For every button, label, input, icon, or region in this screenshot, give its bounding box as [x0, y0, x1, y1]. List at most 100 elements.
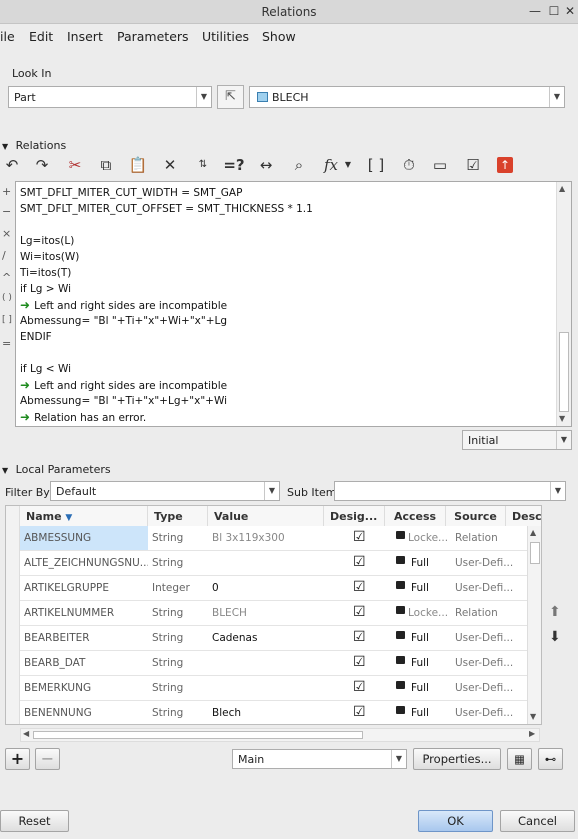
- ok-button[interactable]: OK: [418, 810, 493, 832]
- move-up-icon[interactable]: ⬆: [549, 604, 561, 620]
- editor-scrollbar[interactable]: ▲ ▼: [556, 182, 571, 426]
- close-button[interactable]: ✕: [562, 3, 578, 19]
- properties-button[interactable]: Properties...: [413, 748, 501, 770]
- table-hscrollbar[interactable]: ◀ ▶: [20, 728, 540, 742]
- designate-checkbox[interactable]: ☑: [353, 705, 367, 719]
- power-icon[interactable]: ^: [2, 271, 11, 284]
- column-description[interactable]: Desc: [506, 506, 541, 526]
- table-row[interactable]: ALTE_ZEICHNUNGSNU... String ☑ Full User-Defi…: [20, 551, 540, 576]
- param-value[interactable]: BLECH: [212, 607, 322, 619]
- scroll-right-icon[interactable]: ▶: [529, 729, 535, 738]
- square-brackets-icon[interactable]: [ ]: [2, 315, 12, 325]
- reset-button[interactable]: Reset: [0, 810, 69, 832]
- minus-icon[interactable]: −: [2, 205, 11, 218]
- param-name[interactable]: BEARB_DAT: [20, 651, 148, 675]
- maximize-button[interactable]: ☐: [546, 3, 562, 19]
- designate-checkbox[interactable]: ☑: [353, 680, 367, 694]
- scroll-up-icon[interactable]: ▲: [559, 184, 565, 193]
- verify-icon[interactable]: ⌕: [287, 153, 311, 177]
- parentheses-icon[interactable]: ( ): [2, 293, 12, 303]
- scroll-thumb[interactable]: [33, 731, 363, 739]
- menu-utilities[interactable]: Utilities: [202, 29, 249, 44]
- column-access[interactable]: Access: [385, 506, 446, 526]
- brackets-icon[interactable]: [ ]: [364, 153, 388, 177]
- dimension-icon[interactable]: ↔: [254, 153, 278, 177]
- designate-checkbox[interactable]: ☑: [353, 655, 367, 669]
- select-pointer-button[interactable]: ⇱: [217, 85, 244, 109]
- evaluate-icon[interactable]: =?: [222, 153, 246, 177]
- designate-checkbox[interactable]: ☑: [353, 555, 367, 569]
- column-designate[interactable]: Desig...: [324, 506, 385, 526]
- menu-edit[interactable]: Edit: [29, 29, 53, 44]
- delete-icon[interactable]: ✕: [158, 153, 182, 177]
- table-row[interactable]: ARTIKELGRUPPE Integer 0 ☑ Full User-Defi...: [20, 576, 540, 601]
- sort-relations-icon[interactable]: ⇅: [191, 153, 215, 177]
- scroll-down-icon[interactable]: ▼: [530, 712, 536, 721]
- designate-checkbox[interactable]: ☑: [353, 630, 367, 644]
- filter-by-select[interactable]: Default ▼: [50, 481, 280, 501]
- table-columns-icon[interactable]: ▦: [507, 748, 532, 770]
- upload-icon[interactable]: ↑: [497, 157, 513, 173]
- column-source[interactable]: Source: [446, 506, 506, 526]
- chevron-down-icon[interactable]: ▼: [341, 153, 355, 177]
- move-down-icon[interactable]: ⬇: [549, 629, 561, 645]
- cut-icon[interactable]: ✂: [63, 153, 87, 177]
- column-name[interactable]: Name ▼: [20, 506, 148, 526]
- multiply-icon[interactable]: ×: [2, 227, 11, 240]
- scroll-thumb[interactable]: [530, 542, 540, 564]
- display-icon[interactable]: ▭: [428, 153, 452, 177]
- scroll-thumb[interactable]: [559, 332, 569, 412]
- divide-icon[interactable]: /: [2, 249, 6, 262]
- equals-icon[interactable]: =: [2, 337, 11, 350]
- designate-checkbox[interactable]: ☑: [353, 530, 367, 544]
- table-row[interactable]: ARTIKELNUMMER String BLECH ☑ Locke... Relatio…: [20, 601, 540, 626]
- param-value[interactable]: Blech: [212, 707, 322, 719]
- column-value[interactable]: Value: [208, 506, 324, 526]
- initial-select[interactable]: Initial ▼: [462, 430, 572, 450]
- table-row[interactable]: BENENNUNG String Blech ☑ Full User-Defi...: [20, 701, 540, 724]
- timer-icon[interactable]: ⏱: [397, 153, 421, 177]
- table-row[interactable]: ABMESSUNG String Bl 3x119x300 ☑ Locke... Rela…: [20, 526, 540, 551]
- cancel-button[interactable]: Cancel: [500, 810, 575, 832]
- paste-icon[interactable]: 📋: [126, 153, 150, 177]
- copy-icon[interactable]: ⧉: [94, 153, 118, 177]
- table-row[interactable]: BEARB_DAT String ☑ Full User-Defi...: [20, 651, 540, 676]
- param-name[interactable]: BENENNUNG: [20, 701, 148, 724]
- param-value[interactable]: 0: [212, 582, 322, 594]
- param-name[interactable]: ABMESSUNG: [20, 526, 148, 550]
- menu-file[interactable]: ile: [0, 29, 15, 44]
- undo-icon[interactable]: ↶: [0, 153, 24, 177]
- column-type[interactable]: Type: [148, 506, 208, 526]
- param-name[interactable]: ARTIKELNUMMER: [20, 601, 148, 625]
- param-name[interactable]: BEARBEITER: [20, 626, 148, 650]
- scroll-down-icon[interactable]: ▼: [559, 414, 565, 423]
- check-icon[interactable]: ☑: [461, 153, 485, 177]
- relations-editor[interactable]: SMT_DFLT_MITER_CUT_WIDTH = SMT_GAP SMT_D…: [15, 181, 572, 427]
- param-value[interactable]: Bl 3x119x300: [212, 532, 322, 544]
- designate-checkbox[interactable]: ☑: [353, 605, 367, 619]
- menu-show[interactable]: Show: [262, 29, 296, 44]
- table-scrollbar[interactable]: ▲ ▼: [527, 526, 541, 724]
- scroll-up-icon[interactable]: ▲: [530, 528, 536, 537]
- scroll-left-icon[interactable]: ◀: [23, 729, 29, 738]
- minimize-button[interactable]: —: [527, 3, 543, 19]
- lookin-model-select[interactable]: BLECH ▼: [249, 86, 565, 108]
- table-row[interactable]: BEMERKUNG String ☑ Full User-Defi...: [20, 676, 540, 701]
- remove-parameter-button[interactable]: −: [35, 748, 60, 770]
- param-value[interactable]: Cadenas: [212, 632, 322, 644]
- add-parameter-button[interactable]: +: [5, 748, 30, 770]
- table-row[interactable]: BEARBEITER String Cadenas ☑ Full User-Defi...: [20, 626, 540, 651]
- designate-checkbox[interactable]: ☑: [353, 580, 367, 594]
- menu-parameters[interactable]: Parameters: [117, 29, 189, 44]
- plus-icon[interactable]: +: [2, 185, 11, 198]
- sub-items-select[interactable]: ▼: [334, 481, 566, 501]
- param-name[interactable]: BEMERKUNG: [20, 676, 148, 700]
- local-params-header[interactable]: ▼ Local Parameters: [2, 463, 111, 476]
- redo-icon[interactable]: ↷: [30, 153, 54, 177]
- param-name[interactable]: ARTIKELGRUPPE: [20, 576, 148, 600]
- relations-header[interactable]: ▼ Relations: [2, 139, 66, 152]
- binoculars-icon[interactable]: ⊷: [538, 748, 563, 770]
- param-name[interactable]: ALTE_ZEICHNUNGSNU...: [20, 551, 148, 575]
- function-icon[interactable]: fx: [319, 153, 343, 177]
- menu-insert[interactable]: Insert: [67, 29, 103, 44]
